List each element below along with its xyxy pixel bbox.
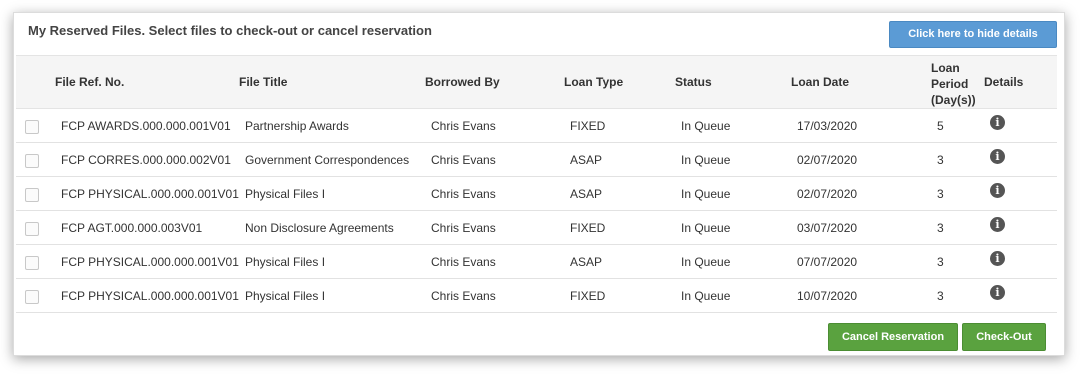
table-row[interactable]: FCP PHYSICAL.000.000.001V01 Physical File… — [16, 245, 1057, 279]
loan-type-cell: FIXED — [570, 221, 606, 235]
file-title-cell: Physical Files I — [245, 289, 326, 303]
header-loan-period[interactable]: Loan Period (Day(s)) — [931, 60, 976, 108]
row-select-checkbox[interactable] — [25, 120, 39, 134]
loan-type-cell: FIXED — [570, 119, 606, 133]
file-title-cell: Non Disclosure Agreements — [245, 221, 394, 235]
panel-title: My Reserved Files. Select files to check… — [28, 23, 432, 38]
loan-date-cell: 17/03/2020 — [797, 119, 858, 133]
row-select-checkbox[interactable] — [25, 154, 39, 168]
loan-date-cell: 03/07/2020 — [797, 221, 858, 235]
status-cell: In Queue — [681, 221, 731, 235]
hide-details-button[interactable]: Click here to hide details — [889, 21, 1057, 48]
reserved-files-table: File Ref. No. File Title Borrowed By Loa… — [16, 55, 1057, 313]
loan-period-cell: 3 — [937, 153, 944, 167]
header-loan-period-line1: Loan — [931, 61, 960, 75]
file-ref-cell: FCP PHYSICAL.000.000.001V01 — [61, 255, 239, 269]
info-circle-icon[interactable]: i — [990, 285, 1005, 300]
loan-date-cell: 02/07/2020 — [797, 153, 858, 167]
file-title-cell: Physical Files I — [245, 187, 326, 201]
loan-date-cell: 07/07/2020 — [797, 255, 858, 269]
loan-period-cell: 5 — [937, 119, 944, 133]
row-select-checkbox[interactable] — [25, 256, 39, 270]
header-file-title[interactable]: File Title — [239, 75, 287, 89]
loan-date-cell: 10/07/2020 — [797, 289, 858, 303]
table-header: File Ref. No. File Title Borrowed By Loa… — [16, 55, 1057, 109]
file-ref-cell: FCP AGT.000.000.003V01 — [61, 221, 203, 235]
borrowed-by-cell: Chris Evans — [431, 221, 496, 235]
table-row[interactable]: FCP AWARDS.000.000.001V01 Partnership Awa… — [16, 109, 1057, 143]
table-row[interactable]: FCP PHYSICAL.000.000.001V01 Physical File… — [16, 177, 1057, 211]
file-ref-cell: FCP PHYSICAL.000.000.001V01 — [61, 289, 239, 303]
reserved-files-panel: My Reserved Files. Select files to check… — [13, 12, 1065, 356]
loan-type-cell: FIXED — [570, 289, 606, 303]
file-title-cell: Partnership Awards — [245, 119, 349, 133]
row-select-checkbox[interactable] — [25, 290, 39, 304]
info-circle-icon[interactable]: i — [990, 115, 1005, 130]
file-ref-cell: FCP AWARDS.000.000.001V01 — [61, 119, 231, 133]
file-title-cell: Government Correspondences — [245, 153, 410, 167]
loan-period-cell: 3 — [937, 289, 944, 303]
table-row[interactable]: FCP CORRES.000.000.002V01 Government Corr… — [16, 143, 1057, 177]
table-row[interactable]: FCP PHYSICAL.000.000.001V01 Physical File… — [16, 279, 1057, 313]
status-cell: In Queue — [681, 289, 731, 303]
header-file-ref[interactable]: File Ref. No. — [55, 75, 124, 89]
header-status[interactable]: Status — [675, 75, 712, 89]
header-borrowed-by[interactable]: Borrowed By — [425, 75, 500, 89]
file-ref-cell: FCP PHYSICAL.000.000.001V01 — [61, 187, 239, 201]
loan-period-cell: 3 — [937, 255, 944, 269]
info-circle-icon[interactable]: i — [990, 149, 1005, 164]
loan-type-cell: ASAP — [570, 255, 603, 269]
status-cell: In Queue — [681, 187, 731, 201]
info-circle-icon[interactable]: i — [990, 217, 1005, 232]
row-select-checkbox[interactable] — [25, 222, 39, 236]
borrowed-by-cell: Chris Evans — [431, 255, 496, 269]
borrowed-by-cell: Chris Evans — [431, 289, 496, 303]
table-body: FCP AWARDS.000.000.001V01 Partnership Awa… — [16, 109, 1057, 313]
loan-type-cell: ASAP — [570, 187, 603, 201]
status-cell: In Queue — [681, 255, 731, 269]
file-ref-cell: FCP CORRES.000.000.002V01 — [61, 153, 231, 167]
table-row[interactable]: FCP AGT.000.000.003V01 Non Disclosure Agr… — [16, 211, 1057, 245]
header-details: Details — [984, 75, 1024, 89]
borrowed-by-cell: Chris Evans — [431, 153, 496, 167]
status-cell: In Queue — [681, 119, 731, 133]
file-title-cell: Physical Files I — [245, 255, 326, 269]
status-cell: In Queue — [681, 153, 731, 167]
borrowed-by-cell: Chris Evans — [431, 119, 496, 133]
loan-date-cell: 02/07/2020 — [797, 187, 858, 201]
loan-period-cell: 3 — [937, 187, 944, 201]
borrowed-by-cell: Chris Evans — [431, 187, 496, 201]
info-circle-icon[interactable]: i — [990, 183, 1005, 198]
info-circle-icon[interactable]: i — [990, 251, 1005, 266]
check-out-button[interactable]: Check-Out — [962, 323, 1046, 351]
cancel-reservation-button[interactable]: Cancel Reservation — [828, 323, 958, 351]
header-loan-date[interactable]: Loan Date — [791, 75, 849, 89]
header-loan-type[interactable]: Loan Type — [564, 75, 623, 89]
loan-type-cell: ASAP — [570, 153, 603, 167]
loan-period-cell: 3 — [937, 221, 944, 235]
row-select-checkbox[interactable] — [25, 188, 39, 202]
header-loan-period-line3: (Day(s)) — [931, 93, 976, 107]
header-loan-period-line2: Period — [931, 77, 969, 91]
